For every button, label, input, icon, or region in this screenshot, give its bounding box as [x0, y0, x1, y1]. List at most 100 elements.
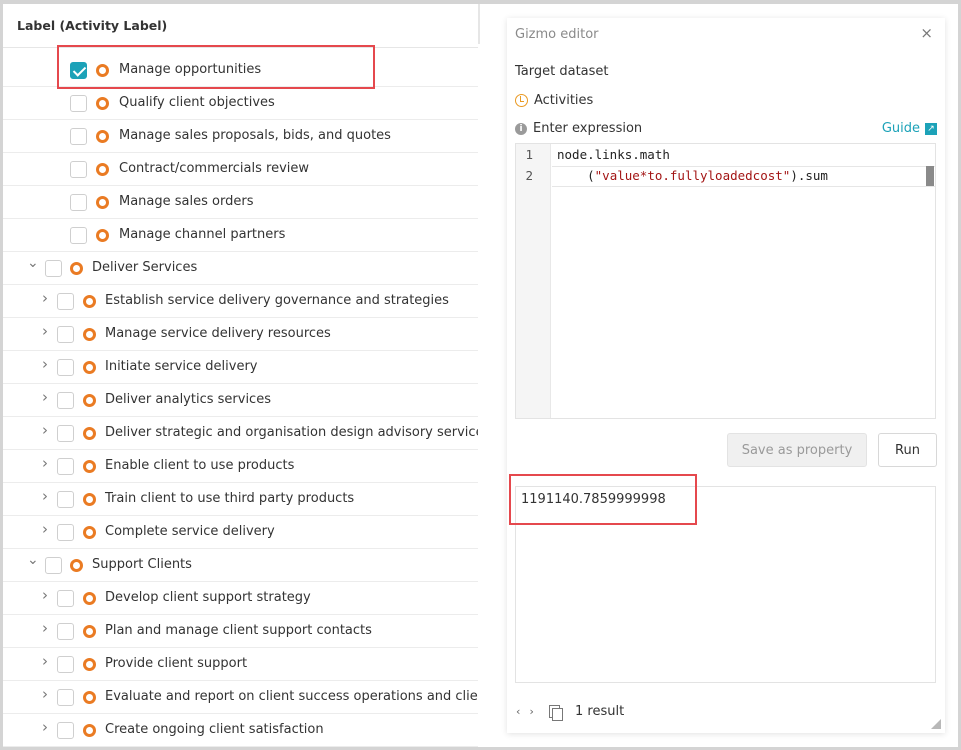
result-footer: ‹ › 1 result — [515, 704, 624, 721]
row-checkbox[interactable] — [45, 260, 62, 277]
panel-title: Gizmo editor — [515, 27, 599, 42]
tree-row[interactable]: › Complete service delivery — [3, 516, 478, 549]
close-icon[interactable]: × — [920, 24, 933, 42]
row-label: Train client to use third party products — [105, 491, 355, 506]
chevron-right-icon[interactable]: › — [40, 423, 50, 438]
row-label: Complete service delivery — [105, 524, 275, 539]
activity-ring-icon — [83, 493, 96, 506]
row-checkbox[interactable] — [57, 623, 74, 640]
code-braces-icon[interactable]: ‹ › — [515, 705, 535, 718]
chevron-down-icon[interactable]: ⌄ — [27, 553, 39, 567]
row-checkbox[interactable] — [45, 557, 62, 574]
chevron-right-icon[interactable]: › — [40, 324, 50, 339]
activity-ring-icon — [83, 295, 96, 308]
row-label: Deliver analytics services — [105, 392, 271, 407]
chevron-right-icon[interactable]: › — [40, 720, 50, 735]
tree-row[interactable]: ⌄ Support Clients — [3, 549, 478, 582]
tree-row[interactable]: Manage sales proposals, bids, and quotes — [3, 120, 478, 153]
code-line-2: ("value*to.fullyloadedcost").sum — [557, 168, 828, 183]
save-as-property-button[interactable]: Save as property — [727, 433, 867, 467]
tree-row[interactable]: › Deliver strategic and organisation desi… — [3, 417, 478, 450]
row-checkbox[interactable] — [57, 524, 74, 541]
chevron-right-icon[interactable]: › — [40, 390, 50, 405]
row-checkbox[interactable] — [57, 656, 74, 673]
chevron-right-icon[interactable]: › — [40, 687, 50, 702]
resize-handle-icon[interactable] — [931, 719, 941, 729]
copy-icon[interactable] — [549, 704, 563, 721]
tree-row[interactable]: › Deliver analytics services — [3, 384, 478, 417]
tree-row[interactable]: › Plan and manage client support contacts — [3, 615, 478, 648]
tree-row[interactable]: Manage channel partners — [3, 219, 478, 252]
highlight-box-checked-row — [57, 45, 375, 89]
tree-row[interactable]: › Establish service delivery governance a… — [3, 285, 478, 318]
row-label: Enable client to use products — [105, 458, 295, 473]
target-dataset-value[interactable]: Activities — [515, 93, 593, 108]
tree-row[interactable]: ⌄ Deliver Services — [3, 252, 478, 285]
row-checkbox[interactable] — [57, 689, 74, 706]
code-tail: ).sum — [790, 168, 828, 183]
row-checkbox[interactable] — [57, 590, 74, 607]
line-number-gutter — [516, 144, 551, 418]
tree-row[interactable]: Contract/commercials review — [3, 153, 478, 186]
row-checkbox[interactable] — [70, 194, 87, 211]
activity-ring-icon — [83, 460, 96, 473]
row-checkbox[interactable] — [57, 392, 74, 409]
row-checkbox[interactable] — [70, 227, 87, 244]
row-checkbox[interactable] — [57, 359, 74, 376]
activity-ring-icon — [70, 262, 83, 275]
tree-row[interactable]: › Enable client to use products — [3, 450, 478, 483]
activity-ring-icon — [83, 394, 96, 407]
chevron-right-icon[interactable]: › — [40, 291, 50, 306]
row-label: Evaluate and report on client success op… — [105, 689, 478, 704]
row-checkbox[interactable] — [57, 425, 74, 442]
row-label: Manage sales proposals, bids, and quotes — [119, 128, 391, 143]
row-checkbox[interactable] — [57, 722, 74, 739]
row-label: Deliver strategic and organisation desig… — [105, 425, 478, 440]
activity-ring-icon — [70, 559, 83, 572]
activity-ring-icon — [83, 658, 96, 671]
tree-row[interactable]: › Initiate service delivery — [3, 351, 478, 384]
activity-ring-icon — [96, 130, 109, 143]
row-label: Create ongoing client satisfaction — [105, 722, 324, 737]
row-checkbox[interactable] — [57, 458, 74, 475]
line-number: 2 — [525, 168, 533, 183]
chevron-down-icon[interactable]: ⌄ — [27, 256, 39, 270]
column-divider[interactable] — [478, 4, 480, 44]
activity-ring-icon — [83, 691, 96, 704]
guide-link[interactable]: Guide ↗ — [882, 121, 937, 136]
activity-ring-icon — [83, 526, 96, 539]
row-checkbox[interactable] — [57, 491, 74, 508]
chevron-right-icon[interactable]: › — [40, 522, 50, 537]
dataset-name: Activities — [534, 93, 594, 108]
chevron-right-icon[interactable]: › — [40, 621, 50, 636]
tree-row[interactable]: › Provide client support — [3, 648, 478, 681]
row-checkbox[interactable] — [57, 293, 74, 310]
chevron-right-icon[interactable]: › — [40, 456, 50, 471]
expression-label: Enter expression — [533, 121, 643, 136]
editor-scrollbar[interactable] — [926, 166, 934, 186]
tree-row[interactable]: › Create ongoing client satisfaction — [3, 714, 478, 747]
tree-row[interactable]: › Develop client support strategy — [3, 582, 478, 615]
chevron-right-icon[interactable]: › — [40, 357, 50, 372]
column-header-label[interactable]: Label (Activity Label) — [3, 4, 478, 48]
code-editor[interactable]: 1 2 node.links.math ("value*to.fullyload… — [515, 143, 936, 419]
activity-ring-icon — [96, 196, 109, 209]
run-button[interactable]: Run — [878, 433, 937, 467]
activity-ring-icon — [83, 592, 96, 605]
row-checkbox[interactable] — [70, 161, 87, 178]
row-checkbox[interactable] — [70, 95, 87, 112]
gizmo-editor-panel: Gizmo editor × Target dataset Activities… — [507, 18, 945, 733]
tree-row[interactable]: › Evaluate and report on client success o… — [3, 681, 478, 714]
chevron-right-icon[interactable]: › — [40, 654, 50, 669]
tree-row[interactable]: › Train client to use third party product… — [3, 483, 478, 516]
tree-rows: Manage opportunities Qualify client objec… — [3, 54, 478, 747]
chevron-right-icon[interactable]: › — [40, 489, 50, 504]
tree-row[interactable]: Manage sales orders — [3, 186, 478, 219]
tree-row[interactable]: › Manage service delivery resources — [3, 318, 478, 351]
row-label: Qualify client objectives — [119, 95, 275, 110]
row-checkbox[interactable] — [57, 326, 74, 343]
tree-row[interactable]: Qualify client objectives — [3, 87, 478, 120]
chevron-right-icon[interactable]: › — [40, 588, 50, 603]
expression-label-row: i Enter expression — [515, 121, 642, 136]
row-checkbox[interactable] — [70, 128, 87, 145]
